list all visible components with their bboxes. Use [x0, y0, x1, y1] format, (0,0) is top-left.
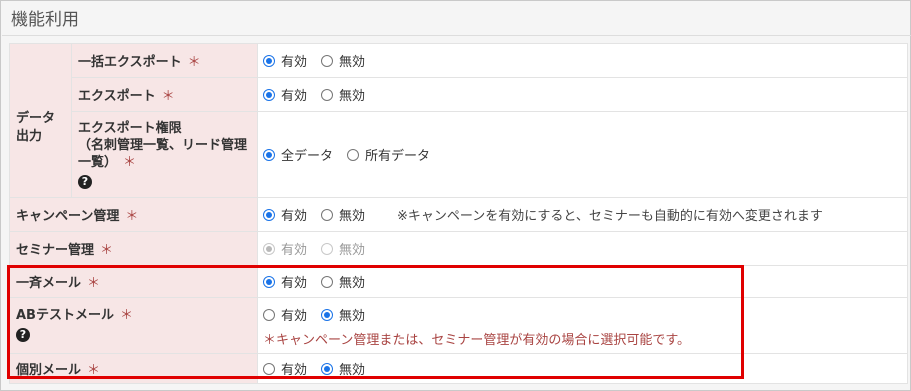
panel-divider — [2, 35, 911, 36]
radio-bulk-mail-enabled[interactable]: 有効 — [263, 272, 307, 291]
help-icon[interactable]: ? — [16, 328, 30, 342]
required-mark: ＊ — [161, 89, 175, 104]
radio-individual-mail-enabled[interactable]: 有効 — [263, 359, 307, 378]
row-export-permission: エクスポート権限 （名刺管理一覧、リード管理 一覧）＊ ? 全データ 所有データ — [10, 111, 908, 198]
label-individual-mail: 個別メール＊ — [9, 353, 258, 384]
radio-bulk-mail-disabled[interactable]: 無効 — [321, 272, 365, 291]
feature-settings-table: データ 出力 一括エクスポート＊ 有効 無効 エクスポート＊ 有効 無効 エクス… — [9, 43, 908, 384]
radio-bulk-export-disabled[interactable]: 無効 — [321, 51, 365, 70]
label-campaign: キャンペーン管理＊ — [9, 197, 258, 232]
radio-seminar-enabled: 有効 — [263, 239, 307, 258]
radio-export-permission-owned[interactable]: 所有データ — [347, 145, 430, 164]
radio-campaign-disabled[interactable]: 無効 — [321, 205, 365, 224]
label-ab-test-mail: ABテストメール＊ ? — [9, 297, 258, 354]
required-mark: ＊ — [87, 363, 101, 378]
campaign-note: ※キャンペーンを有効にすると、セミナーも自動的に有効へ変更されます — [397, 209, 823, 224]
label-bulk-mail: 一斉メール＊ — [9, 265, 258, 298]
radio-bulk-export-enabled[interactable]: 有効 — [263, 51, 307, 70]
row-bulk-export: データ 出力 一括エクスポート＊ 有効 無効 — [9, 43, 908, 198]
row-individual-mail: 個別メール＊ 有効 無効 — [9, 353, 908, 384]
radio-campaign-enabled[interactable]: 有効 — [263, 205, 307, 224]
radio-export-enabled[interactable]: 有効 — [263, 85, 307, 104]
row-seminar: セミナー管理＊ 有効 無効 — [9, 231, 908, 266]
radio-export-disabled[interactable]: 無効 — [321, 85, 365, 104]
radio-export-permission-all[interactable]: 全データ — [263, 145, 333, 164]
radio-ab-test-mail-enabled[interactable]: 有効 — [263, 305, 307, 324]
label-export-permission: エクスポート権限 （名刺管理一覧、リード管理 一覧）＊ ? — [71, 111, 258, 198]
required-mark: ＊ — [100, 243, 114, 258]
radio-individual-mail-disabled[interactable]: 無効 — [321, 359, 365, 378]
radio-ab-test-mail-disabled[interactable]: 無効 — [321, 305, 365, 324]
label-export: エクスポート＊ — [71, 77, 258, 112]
help-icon[interactable]: ? — [78, 174, 92, 189]
group-label-data-output: データ 出力 — [9, 43, 72, 198]
required-mark: ＊ — [87, 276, 101, 291]
row-campaign: キャンペーン管理＊ 有効 無効 ※キャンペーンを有効にすると、セミナーも自動的に… — [9, 197, 908, 232]
radio-seminar-disabled: 無効 — [321, 239, 365, 258]
required-mark: ＊ — [187, 55, 201, 70]
required-mark: ＊ — [123, 154, 137, 170]
row-ab-test-mail: ABテストメール＊ ? 有効 無効 ＊キャンペーン管理または、セミナー管理が有効… — [9, 297, 908, 354]
label-bulk-export: 一括エクスポート＊ — [71, 43, 258, 78]
required-mark: ＊ — [125, 209, 139, 224]
ab-test-mail-warning: ＊キャンペーン管理または、セミナー管理が有効の場合に選択可能です。 — [263, 333, 691, 348]
required-mark: ＊ — [119, 308, 133, 323]
label-seminar: セミナー管理＊ — [9, 231, 258, 266]
row-export: エクスポート＊ 有効 無効 — [10, 77, 908, 112]
row-bulk-mail: 一斉メール＊ 有効 無効 — [9, 265, 908, 298]
panel-title: 機能利用 — [11, 10, 79, 30]
